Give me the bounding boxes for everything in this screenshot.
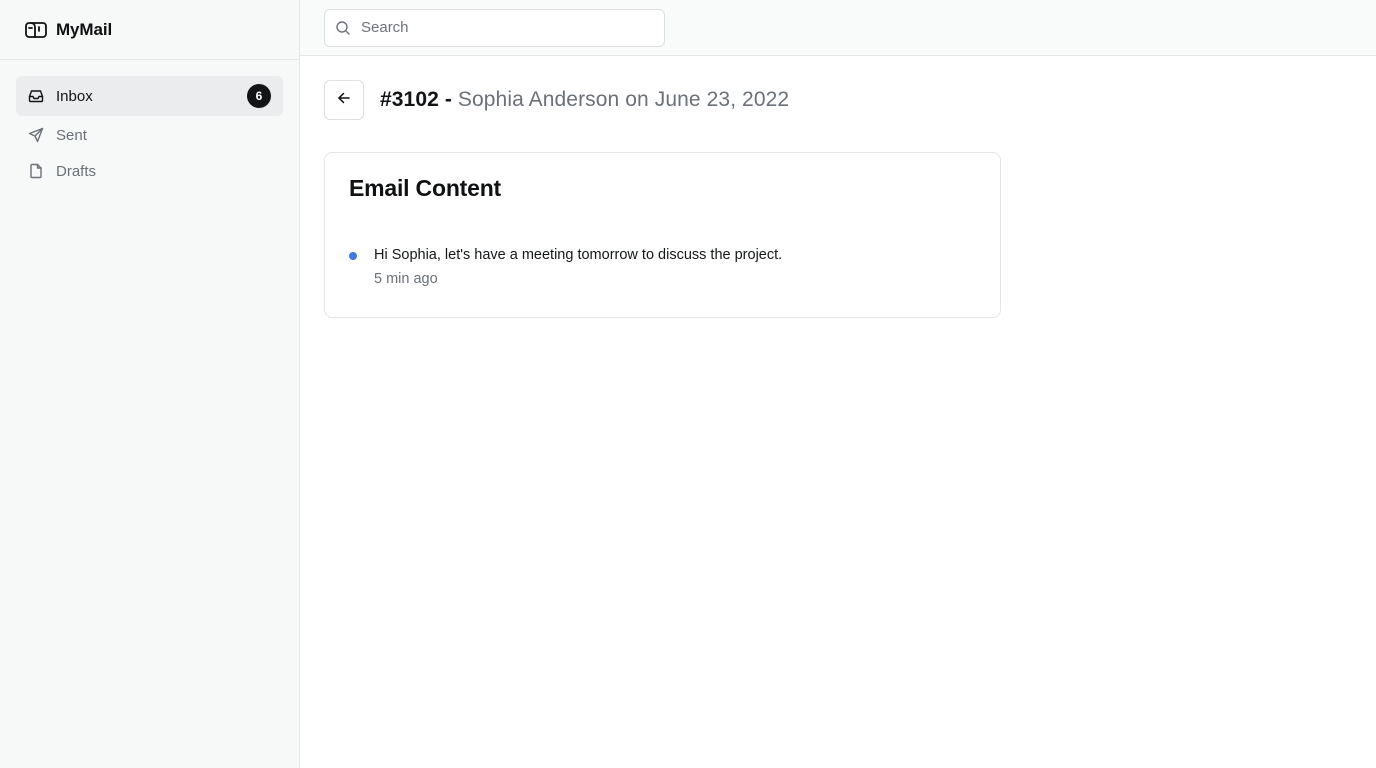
search-box[interactable] (324, 8, 665, 47)
sidebar: MyMail Inbox 6 Sent Drafts (0, 0, 300, 768)
sidebar-item-label: Sent (56, 126, 87, 144)
app-root: MyMail Inbox 6 Sent Drafts Search #3102 … (0, 0, 1376, 768)
page-title: #3102 - Sophia Anderson on June 23, 2022 (380, 88, 789, 112)
sidebar-item-label: Inbox (56, 87, 93, 105)
card-title: Email Content (349, 175, 502, 201)
mailbox-icon (24, 18, 48, 42)
app-name: MyMail (56, 19, 113, 39)
message-body: Hi Sophia, let's have a meeting tomorrow… (374, 246, 782, 288)
main-panel: #3102 - Sophia Anderson on June 23, 2022… (300, 0, 1376, 768)
sidebar-item-sent[interactable]: Sent (16, 116, 283, 154)
brand[interactable]: MyMail (0, 0, 299, 60)
sidebar-item-inbox[interactable]: Inbox 6 (16, 76, 283, 116)
email-sender-date: Sophia Anderson on June 23, 2022 (457, 88, 790, 111)
arrow-left-icon (336, 90, 352, 111)
search-icon (335, 20, 351, 36)
message-text: Hi Sophia, let's have a meeting tomorrow… (374, 247, 783, 263)
sidebar-nav: Inbox 6 Sent Drafts (0, 60, 299, 190)
sidebar-item-drafts[interactable]: Drafts (16, 152, 283, 190)
email-detail: #3102 - Sophia Anderson on June 23, 2022… (300, 56, 1376, 318)
message-timestamp: 5 min ago (374, 271, 438, 287)
file-icon (28, 163, 44, 179)
unread-dot (349, 252, 357, 260)
inbox-icon (28, 88, 44, 104)
email-id: #3102 - (380, 88, 452, 111)
sidebar-item-label: Drafts (56, 162, 97, 180)
back-button[interactable] (324, 80, 364, 120)
send-icon (28, 127, 44, 143)
email-content-card: Email Content Hi Sophia, let's have a me… (324, 152, 1001, 318)
search-input[interactable] (359, 18, 643, 37)
email-header: #3102 - Sophia Anderson on June 23, 2022 (324, 80, 1352, 120)
message-item: Hi Sophia, let's have a meeting tomorrow… (349, 246, 976, 288)
top-bar (300, 0, 1376, 56)
unread-count-badge: 6 (247, 84, 271, 108)
